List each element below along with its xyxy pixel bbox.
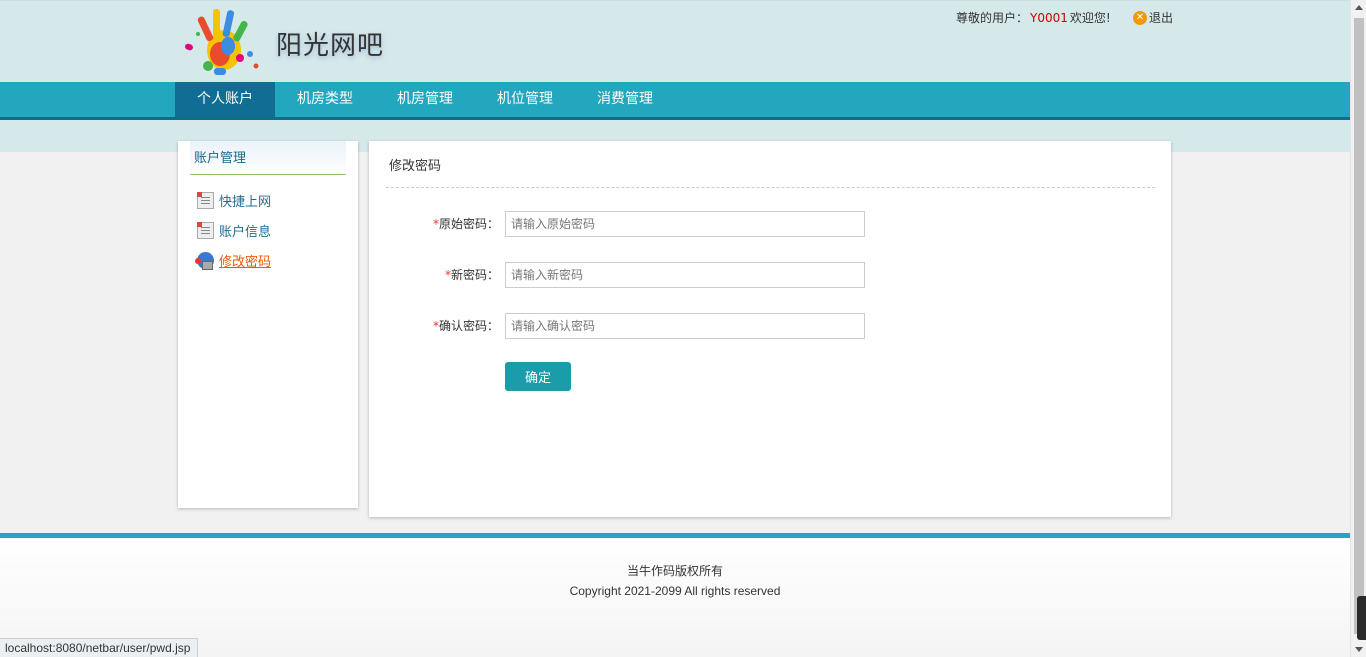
old-password-label: *原始密码： [433,211,499,237]
confirm-password-label-text: 确认密码： [438,319,499,333]
greeting-prefix: 尊敬的用户： [956,11,1029,25]
footer-copyright-owner: 当牛作码版权所有 [626,564,723,578]
sidebar-title: 账户管理 [190,141,346,175]
header: 阳光网吧 尊敬的用户： Y0001 欢迎您! ✕ 退出 [0,0,1350,82]
confirm-password-input[interactable] [505,313,865,339]
nav-item-personal-account[interactable]: 个人账户 [175,82,275,117]
form-row-confirm-password: *确认密码： [369,313,1171,339]
sidebar-item-change-password[interactable]: 修改密码 [195,250,272,270]
nav-item-seat-management[interactable]: 机位管理 [475,82,575,117]
scroll-up-arrow-icon[interactable] [1355,5,1363,10]
brand-title: 阳光网吧 [276,31,385,61]
sidebar-item-label: 账户信息 [219,224,272,240]
confirm-button[interactable]: 确定 [505,362,571,391]
close-circle-icon: ✕ [1133,10,1147,25]
note-icon [197,191,214,209]
old-password-input[interactable] [505,211,865,237]
new-password-input[interactable] [505,262,865,288]
main-nav: 个人账户 机房类型 机房管理 机位管理 消费管理 [0,82,1350,120]
nav-item-consumption-management[interactable]: 消费管理 [575,82,675,117]
nav-item-room-type[interactable]: 机房类型 [275,82,375,117]
footer: 当牛作码版权所有 Copyright 2021-2099 All rights … [0,533,1350,657]
user-id: Y0001 [1030,11,1068,25]
sidebar: 账户管理 快捷上网 账户信息 修改密码 [178,141,358,508]
form-row-old-password: *原始密码： [369,211,1171,237]
note-icon [197,221,214,239]
sidebar-item-account-info[interactable]: 账户信息 [197,220,271,240]
main-panel: 修改密码 *原始密码： *新密码： *确认密码： 确定 [369,141,1171,517]
browser-status-url: localhost:8080/netbar/user/pwd.jsp [0,638,199,657]
footer-copyright: Copyright 2021-2099 All rights reserved [569,584,781,598]
vertical-scrollbar[interactable] [1350,0,1366,657]
scroll-down-arrow-icon[interactable] [1355,647,1363,652]
old-password-label-text: 原始密码： [438,217,499,231]
scrollbar-thumb[interactable] [1354,18,1364,634]
user-greeting: 尊敬的用户： Y0001 欢迎您! [956,9,1111,26]
panel-title: 修改密码 [386,141,1155,188]
form-row-new-password: *新密码： [369,262,1171,288]
sidebar-item-label: 修改密码 [219,254,272,270]
logo-hand-icon [185,9,259,75]
sidebar-item-quick-online[interactable]: 快捷上网 [197,190,271,210]
logout-link[interactable]: ✕ 退出 [1133,9,1173,26]
confirm-password-label: *确认密码： [433,313,499,339]
new-password-label-text: 新密码： [450,268,499,282]
greeting-suffix: 欢迎您! [1069,11,1111,25]
nav-item-room-management[interactable]: 机房管理 [375,82,475,117]
lock-icon [195,251,214,270]
sidebar-item-label: 快捷上网 [219,194,272,210]
side-widget[interactable] [1357,596,1366,640]
logout-label: 退出 [1149,11,1174,25]
new-password-label: *新密码： [445,262,499,288]
